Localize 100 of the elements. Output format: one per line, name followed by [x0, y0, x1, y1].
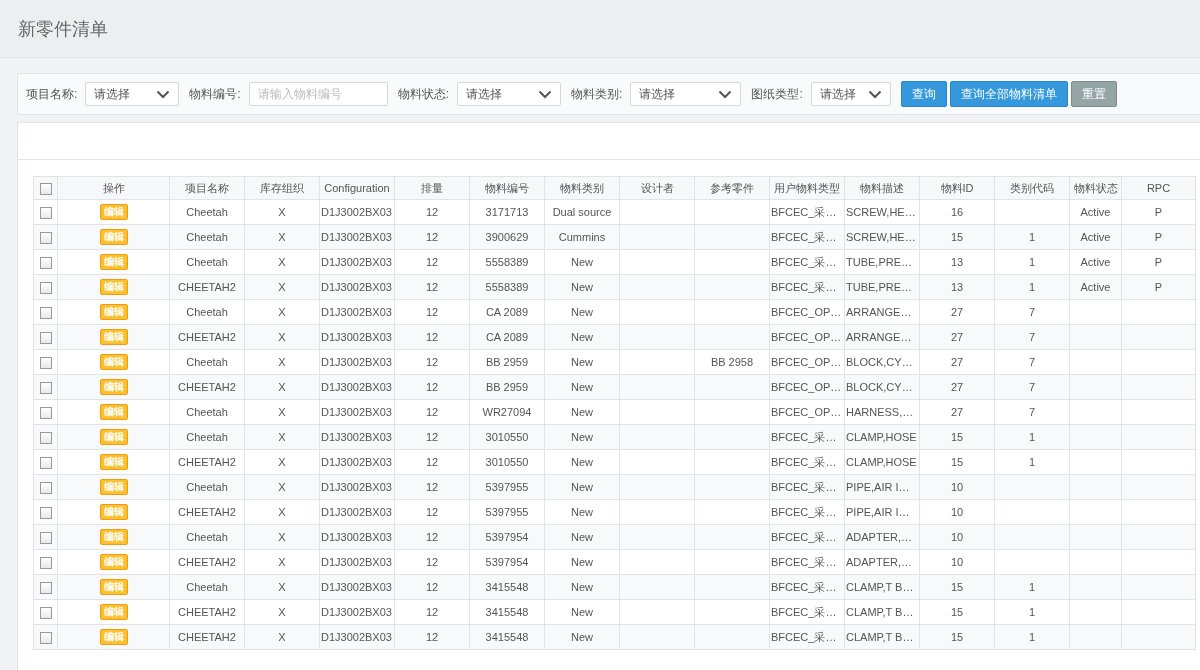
table-cell: 1: [1028, 456, 1036, 468]
edit-button[interactable]: 编辑: [99, 504, 128, 520]
table-cell: BB 2959: [485, 356, 529, 368]
select-field[interactable]: 请选择: [85, 82, 180, 106]
table-cell: 3010550: [485, 431, 529, 443]
row-checkbox[interactable]: [39, 431, 52, 444]
select-field[interactable]: 请选择: [630, 82, 742, 106]
table-cell: X: [278, 306, 286, 318]
row-checkbox[interactable]: [39, 606, 52, 619]
edit-button[interactable]: 编辑: [99, 629, 128, 645]
table-cell: BLOCK,CY…: [846, 356, 913, 368]
table-cell: D1J3002BX03: [321, 531, 392, 543]
row-checkbox[interactable]: [39, 381, 52, 394]
table-cell: 10: [950, 481, 964, 493]
table-cell: New: [571, 531, 593, 543]
table-cell: 1: [1028, 431, 1036, 443]
filter-label: 物料类别:: [571, 85, 623, 103]
table-cell: 13: [950, 256, 964, 268]
page-title: 新零件清单: [18, 17, 108, 41]
table-cell: Active: [1080, 206, 1111, 218]
edit-button[interactable]: 编辑: [99, 304, 128, 320]
column-header: 物料类别: [560, 181, 604, 194]
select-field[interactable]: 请选择: [457, 82, 562, 106]
search-button[interactable]: 查询全部物料清单: [949, 81, 1068, 107]
table-cell: X: [278, 606, 286, 618]
row-checkbox[interactable]: [39, 231, 52, 244]
reset-button[interactable]: 重置: [1070, 81, 1117, 107]
select-all-checkbox[interactable]: [39, 182, 52, 195]
edit-button[interactable]: 编辑: [99, 429, 128, 445]
table-cell: D1J3002BX03: [321, 231, 392, 243]
table-cell: X: [278, 431, 286, 443]
column-header: Configuration: [324, 182, 390, 194]
table-cell: D1J3002BX03: [321, 331, 392, 343]
table-cell: 16: [950, 206, 964, 218]
table-cell: BFCEC_采…: [771, 430, 837, 443]
edit-button[interactable]: 编辑: [99, 554, 128, 570]
row-checkbox[interactable]: [39, 481, 52, 494]
edit-button[interactable]: 编辑: [99, 454, 128, 470]
edit-button[interactable]: 编辑: [99, 604, 128, 620]
chevron-down-icon: [718, 89, 733, 99]
edit-button[interactable]: 编辑: [99, 479, 128, 495]
edit-button[interactable]: 编辑: [99, 229, 128, 245]
table-cell: 12: [425, 556, 439, 568]
row-checkbox[interactable]: [39, 331, 52, 344]
input-field[interactable]: 请输入物料编号: [248, 82, 388, 106]
column-header: 操作: [102, 181, 125, 194]
row-checkbox[interactable]: [39, 356, 52, 369]
edit-button[interactable]: 编辑: [99, 204, 128, 220]
table-cell: BFCEC_采…: [771, 205, 837, 218]
table-cell: P: [1154, 256, 1163, 268]
table-cell: BFCEC_采…: [771, 280, 837, 293]
row-checkbox[interactable]: [39, 581, 52, 594]
table-cell: CHEETAH2: [178, 631, 236, 643]
column-header: 排量: [421, 181, 443, 194]
select-field[interactable]: 请选择: [810, 82, 891, 106]
table-cell: 5558389: [485, 281, 529, 293]
column-header: 用户物料类型: [774, 181, 840, 194]
edit-button[interactable]: 编辑: [99, 404, 128, 420]
table-cell: 15: [950, 231, 964, 243]
row-checkbox[interactable]: [39, 281, 52, 294]
row-checkbox[interactable]: [39, 506, 52, 519]
row-checkbox[interactable]: [39, 256, 52, 269]
search-button[interactable]: 查询: [900, 81, 947, 107]
table-cell: WR27094: [482, 406, 532, 418]
table-cell: D1J3002BX03: [321, 506, 392, 518]
edit-button[interactable]: 编辑: [99, 379, 128, 395]
table-cell: 27: [950, 356, 964, 368]
table-cell: BFCEC_采…: [771, 455, 837, 468]
table-cell: Cheetah: [186, 531, 228, 543]
table-cell: 1: [1028, 581, 1036, 593]
table-cell: 12: [425, 631, 439, 643]
table-cell: 12: [425, 256, 439, 268]
table-cell: BFCEC_采…: [771, 255, 837, 268]
table-cell: PIPE,AIR I…: [846, 481, 910, 493]
row-checkbox[interactable]: [39, 456, 52, 469]
table-cell: 13: [950, 281, 964, 293]
edit-button[interactable]: 编辑: [99, 254, 128, 270]
table-cell: Cheetah: [186, 256, 228, 268]
row-checkbox[interactable]: [39, 306, 52, 319]
table-cell: 5397954: [485, 531, 529, 543]
edit-button[interactable]: 编辑: [99, 529, 128, 545]
edit-button[interactable]: 编辑: [99, 329, 128, 345]
table-cell: X: [278, 231, 286, 243]
row-checkbox[interactable]: [39, 631, 52, 644]
row-checkbox[interactable]: [39, 556, 52, 569]
edit-button[interactable]: 编辑: [99, 354, 128, 370]
table-cell: New: [571, 381, 593, 393]
table-cell: 3415548: [485, 581, 529, 593]
edit-button[interactable]: 编辑: [99, 579, 128, 595]
row-checkbox[interactable]: [39, 206, 52, 219]
table-cell: New: [571, 281, 593, 293]
table-cell: New: [571, 306, 593, 318]
table-cell: New: [571, 581, 593, 593]
edit-button[interactable]: 编辑: [99, 279, 128, 295]
row-checkbox[interactable]: [39, 531, 52, 544]
table-cell: CA 2089: [485, 306, 529, 318]
row-checkbox[interactable]: [39, 406, 52, 419]
table-cell: 7: [1028, 356, 1036, 368]
table-cell: X: [278, 581, 286, 593]
table-cell: X: [278, 256, 286, 268]
